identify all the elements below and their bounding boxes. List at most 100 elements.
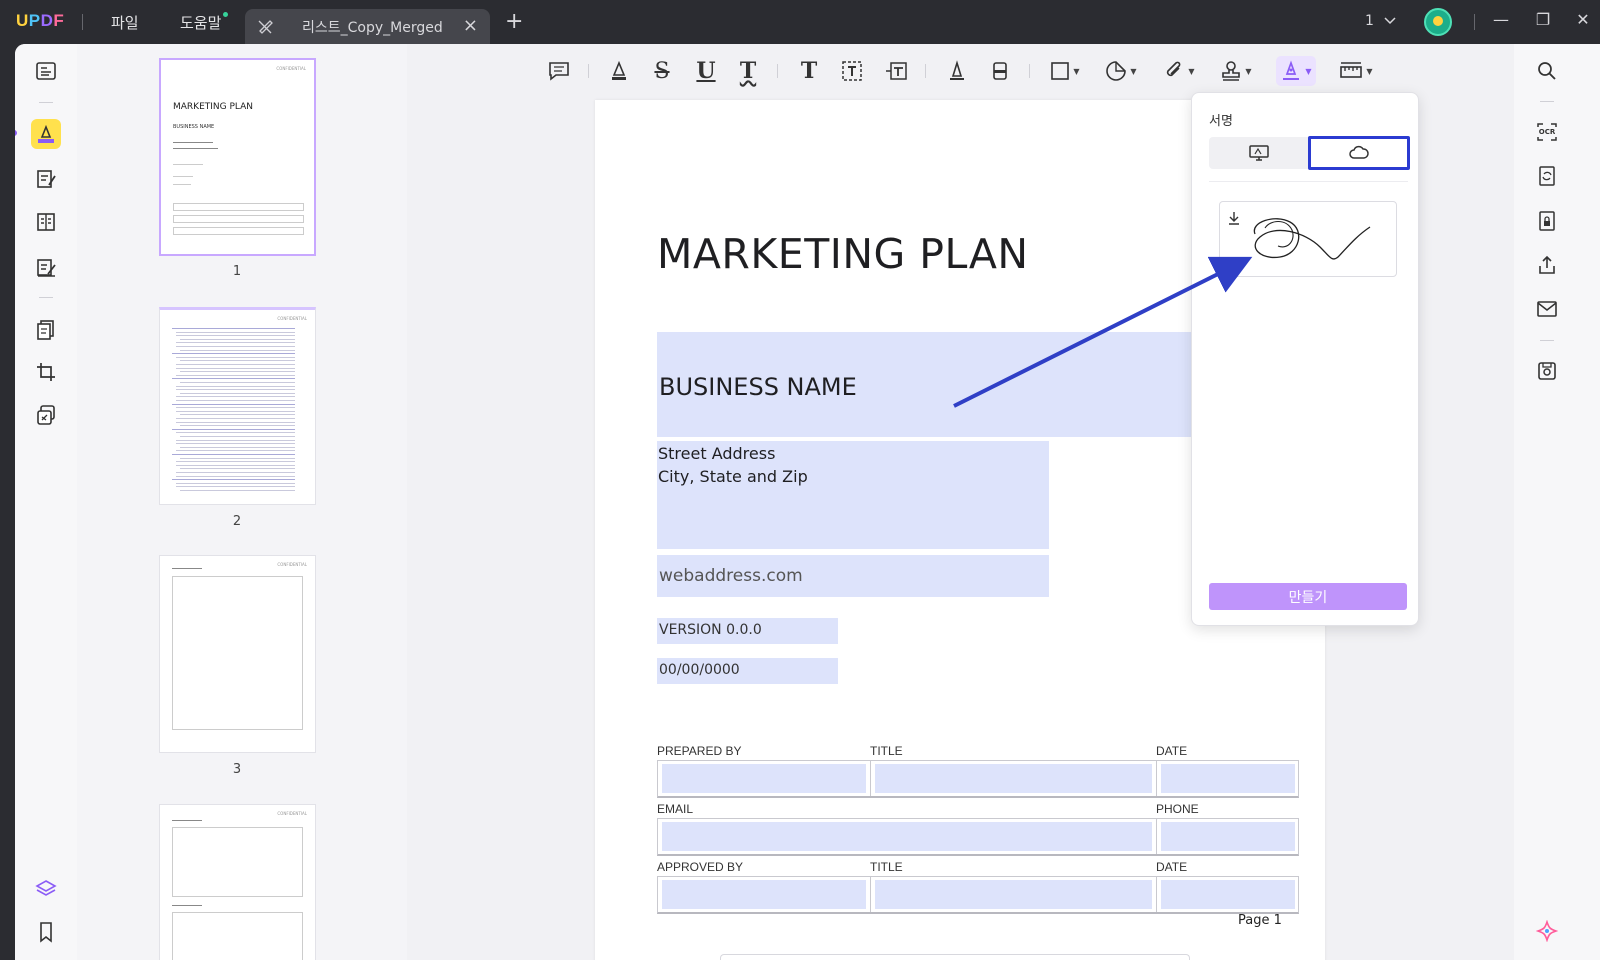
toc-line bbox=[176, 439, 295, 441]
thumbnail-page-1[interactable]: CONFIDENTIAL MARKETING PLAN BUSINESS NAM… bbox=[159, 58, 316, 256]
toc-line bbox=[176, 335, 295, 337]
document-title: MARKETING PLAN bbox=[657, 230, 1029, 278]
new-tab-button[interactable]: + bbox=[505, 9, 523, 34]
unsaved-edit-icon bbox=[257, 17, 275, 39]
date-input[interactable] bbox=[1161, 764, 1295, 793]
thumbnail-page-2[interactable]: CONFIDENTIAL bbox=[159, 307, 316, 505]
protect-icon[interactable] bbox=[1532, 206, 1562, 236]
crop-icon[interactable] bbox=[31, 357, 61, 387]
tab-close-button[interactable]: × bbox=[463, 15, 478, 36]
pencil-icon[interactable] bbox=[944, 56, 970, 86]
toc-line bbox=[172, 428, 295, 430]
edit-pdf-icon[interactable] bbox=[31, 164, 61, 194]
toc-line bbox=[180, 371, 295, 373]
business-name-text: BUSINESS NAME bbox=[659, 373, 857, 401]
monitor-signature-icon bbox=[1248, 145, 1269, 161]
share-icon[interactable] bbox=[1532, 250, 1562, 280]
squiggly-icon[interactable]: T bbox=[735, 56, 761, 86]
thumbnail-number: 3 bbox=[232, 762, 242, 777]
menu-help[interactable]: 도움말 bbox=[180, 12, 221, 33]
email-input[interactable] bbox=[662, 822, 1152, 851]
shape-icon[interactable]: ▼ bbox=[1047, 56, 1083, 86]
left-toolbar bbox=[15, 44, 77, 960]
saved-signature-card[interactable] bbox=[1219, 201, 1397, 277]
toc-line bbox=[180, 338, 295, 340]
title-input[interactable] bbox=[875, 764, 1152, 793]
tab-local-signature[interactable] bbox=[1209, 137, 1308, 169]
strikethrough-icon[interactable]: S bbox=[649, 56, 675, 86]
table-row bbox=[657, 818, 1299, 856]
stamp-icon[interactable]: ▼ bbox=[1218, 56, 1254, 86]
toc-line bbox=[180, 425, 295, 427]
toc-line bbox=[176, 342, 295, 344]
cloud-icon bbox=[1349, 145, 1369, 159]
approved-by-input[interactable] bbox=[662, 880, 866, 909]
text-icon[interactable]: T bbox=[796, 56, 822, 86]
organize-pages-icon[interactable] bbox=[31, 315, 61, 345]
toc-line bbox=[172, 353, 295, 355]
sticker-icon[interactable]: ▼ bbox=[1103, 56, 1139, 86]
email-icon[interactable] bbox=[1532, 294, 1562, 324]
address-line1: Street Address bbox=[658, 444, 776, 463]
page-tools-icon[interactable] bbox=[31, 400, 61, 430]
title-separator bbox=[1474, 14, 1475, 30]
toc-line bbox=[180, 490, 295, 491]
ai-assistant-icon[interactable] bbox=[1532, 916, 1562, 946]
measure-icon[interactable]: ▼ bbox=[1336, 56, 1376, 86]
prepared-by-label: PREPARED BY bbox=[657, 744, 742, 758]
underline-icon[interactable]: U bbox=[693, 56, 719, 86]
minimize-button[interactable]: — bbox=[1489, 10, 1513, 34]
signature-icon[interactable]: ▼ bbox=[1276, 56, 1316, 86]
menu-file[interactable]: 파일 bbox=[111, 12, 139, 33]
title-input[interactable] bbox=[875, 880, 1152, 909]
user-avatar[interactable] bbox=[1424, 8, 1452, 36]
toc-line bbox=[176, 346, 295, 347]
prepared-by-input[interactable] bbox=[662, 764, 866, 793]
ocr-icon[interactable]: OCR bbox=[1532, 117, 1562, 147]
eraser-icon[interactable] bbox=[987, 56, 1013, 86]
comment-icon[interactable] bbox=[546, 56, 572, 86]
toc-line bbox=[180, 446, 295, 448]
title-label: TITLE bbox=[870, 860, 903, 874]
date-input[interactable] bbox=[1161, 880, 1295, 909]
fill-sign-icon[interactable] bbox=[31, 252, 61, 282]
restore-button[interactable]: ❐ bbox=[1531, 10, 1555, 34]
toc-line bbox=[180, 436, 295, 437]
form-icon[interactable] bbox=[31, 207, 61, 237]
toc-line bbox=[176, 364, 295, 365]
email-label: EMAIL bbox=[657, 802, 694, 816]
close-window-button[interactable]: ✕ bbox=[1571, 10, 1595, 34]
thumbnail-page-4[interactable]: CONFIDENTIAL bbox=[159, 804, 316, 960]
thumbnail-number: 2 bbox=[232, 514, 242, 529]
updf-logo[interactable]: UPDF bbox=[16, 11, 64, 31]
save-icon[interactable] bbox=[1532, 356, 1562, 386]
toc-line bbox=[176, 418, 295, 419]
date-text: 00/00/0000 bbox=[659, 662, 740, 678]
window-count-dropdown[interactable]: 1 bbox=[1365, 13, 1396, 29]
date-label: DATE bbox=[1156, 744, 1188, 758]
tab-cloud-signature[interactable] bbox=[1308, 136, 1410, 170]
toc-line bbox=[176, 410, 295, 412]
thumbnail-page-3[interactable]: CONFIDENTIAL bbox=[159, 555, 316, 753]
textbox-icon[interactable] bbox=[839, 56, 865, 86]
text-callout-icon[interactable] bbox=[883, 56, 909, 86]
search-icon[interactable] bbox=[1532, 56, 1562, 86]
app-frame: CONFIDENTIAL MARKETING PLAN BUSINESS NAM… bbox=[15, 44, 1600, 960]
convert-icon[interactable] bbox=[1532, 161, 1562, 191]
signature-tabs bbox=[1209, 136, 1410, 170]
reader-icon[interactable] bbox=[31, 56, 61, 86]
tab-title: 리스트_Copy_Merged bbox=[302, 20, 443, 36]
layers-icon[interactable] bbox=[31, 874, 61, 904]
phone-input[interactable] bbox=[1161, 822, 1295, 851]
date-label: DATE bbox=[1156, 860, 1188, 874]
attachment-icon[interactable]: ▼ bbox=[1161, 56, 1197, 86]
toc-line bbox=[176, 367, 295, 369]
comment-highlight-icon[interactable] bbox=[31, 119, 61, 149]
toc-line bbox=[180, 349, 295, 351]
create-signature-button[interactable]: 만들기 bbox=[1209, 583, 1407, 610]
bookmark-icon[interactable] bbox=[31, 917, 61, 947]
page-navigation-bar[interactable] bbox=[720, 954, 1190, 960]
table-row bbox=[657, 876, 1299, 914]
highlight-icon[interactable] bbox=[606, 56, 632, 86]
document-tab[interactable]: 리스트_Copy_Merged × bbox=[245, 9, 490, 44]
